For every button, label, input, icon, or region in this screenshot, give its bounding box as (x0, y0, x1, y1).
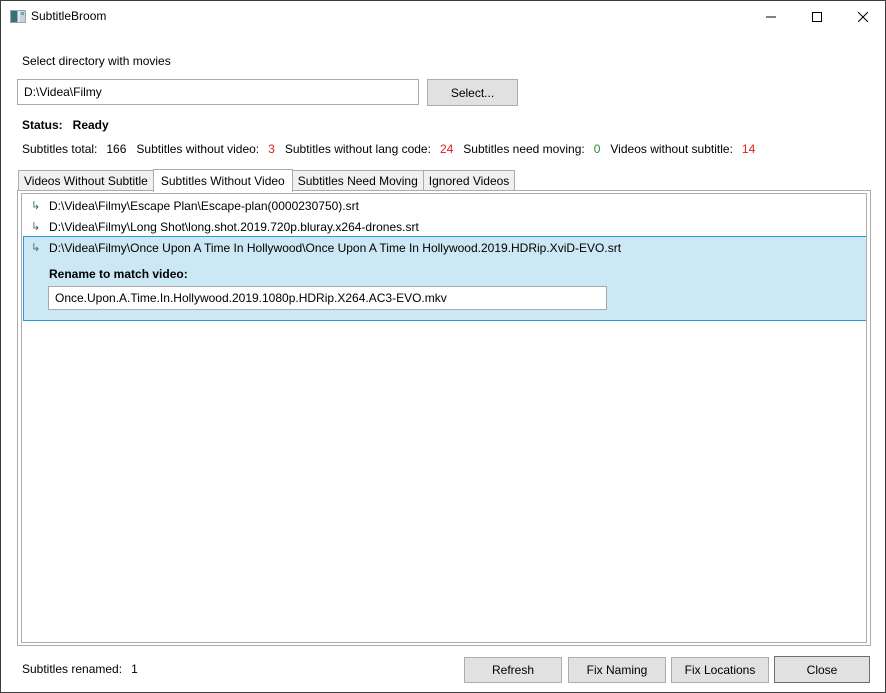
status-value: Ready (72, 118, 109, 132)
stat-subtitles-total-value: 166 (106, 142, 127, 156)
subdirectory-arrow-icon: ↳ (31, 200, 41, 212)
minimize-icon (766, 16, 776, 17)
window-title: SubtitleBroom (31, 9, 107, 23)
main-window: SubtitleBroom Select directory with movi… (0, 0, 886, 693)
maximize-button[interactable] (794, 1, 840, 32)
stat-videos-without-subtitle-value: 14 (741, 142, 756, 156)
directory-label: Select directory with movies (22, 54, 171, 68)
subtitles-list[interactable]: ↳ D:\Videa\Filmy\Escape Plan\Escape-plan… (21, 193, 867, 643)
subtitle-path: D:\Videa\Filmy\Escape Plan\Escape-plan(0… (49, 199, 359, 213)
directory-input[interactable] (17, 79, 419, 105)
maximize-icon (812, 11, 822, 22)
app-icon (10, 10, 26, 23)
stat-subtitles-need-moving-value: 0 (593, 142, 601, 156)
refresh-button[interactable]: Refresh (464, 657, 562, 683)
subtitle-path: D:\Videa\Filmy\Once Upon A Time In Holly… (49, 241, 622, 255)
close-button[interactable]: Close (774, 656, 870, 683)
minimize-button[interactable] (748, 1, 794, 32)
list-item[interactable]: ↳ D:\Videa\Filmy\Escape Plan\Escape-plan… (23, 196, 866, 216)
fix-naming-button[interactable]: Fix Naming (568, 657, 666, 683)
fix-locations-button[interactable]: Fix Locations (671, 657, 769, 683)
subtitles-renamed-status: Subtitles renamed: 1 (22, 662, 138, 676)
rename-label: Rename to match video: (49, 267, 188, 281)
list-item-selected[interactable]: ↳ D:\Videa\Filmy\Once Upon A Time In Hol… (23, 236, 866, 321)
stat-subtitles-need-moving-label: Subtitles need moving: (463, 142, 585, 156)
tab-strip: Videos Without Subtitle Subtitles Withou… (18, 169, 516, 192)
tab-subtitles-need-moving[interactable]: Subtitles Need Moving (291, 170, 424, 191)
stats-row: Subtitles total: 166 Subtitles without v… (22, 142, 765, 156)
tab-subtitles-without-video[interactable]: Subtitles Without Video (152, 169, 293, 192)
close-icon (858, 11, 868, 22)
subdirectory-arrow-icon: ↳ (31, 242, 41, 254)
select-directory-button[interactable]: Select... (427, 79, 518, 106)
status-row: Status: Ready (22, 118, 109, 132)
subtitles-renamed-label: Subtitles renamed: (22, 662, 123, 676)
stat-subtitles-without-video-value: 3 (268, 142, 275, 156)
stat-subtitles-total-label: Subtitles total: (22, 142, 98, 156)
tab-ignored-videos[interactable]: Ignored Videos (422, 170, 516, 191)
subtitles-renamed-value: 1 (131, 662, 138, 676)
rename-input[interactable] (48, 286, 607, 310)
status-label: Status: (22, 118, 63, 132)
stat-videos-without-subtitle-label: Videos without subtitle: (610, 142, 733, 156)
stat-subtitles-without-lang-label: Subtitles without lang code: (284, 142, 431, 156)
list-item[interactable]: ↳ D:\Videa\Filmy\Long Shot\long.shot.201… (23, 217, 866, 237)
stat-subtitles-without-lang-value: 24 (439, 142, 454, 156)
title-bar[interactable]: SubtitleBroom (1, 1, 885, 32)
tab-videos-without-subtitle[interactable]: Videos Without Subtitle (18, 170, 154, 191)
close-window-button[interactable] (840, 1, 886, 32)
subdirectory-arrow-icon: ↳ (31, 221, 41, 233)
stat-subtitles-without-video-label: Subtitles without video: (136, 142, 260, 156)
tab-panel: ↳ D:\Videa\Filmy\Escape Plan\Escape-plan… (17, 190, 871, 646)
subtitle-path: D:\Videa\Filmy\Long Shot\long.shot.2019.… (49, 220, 419, 234)
